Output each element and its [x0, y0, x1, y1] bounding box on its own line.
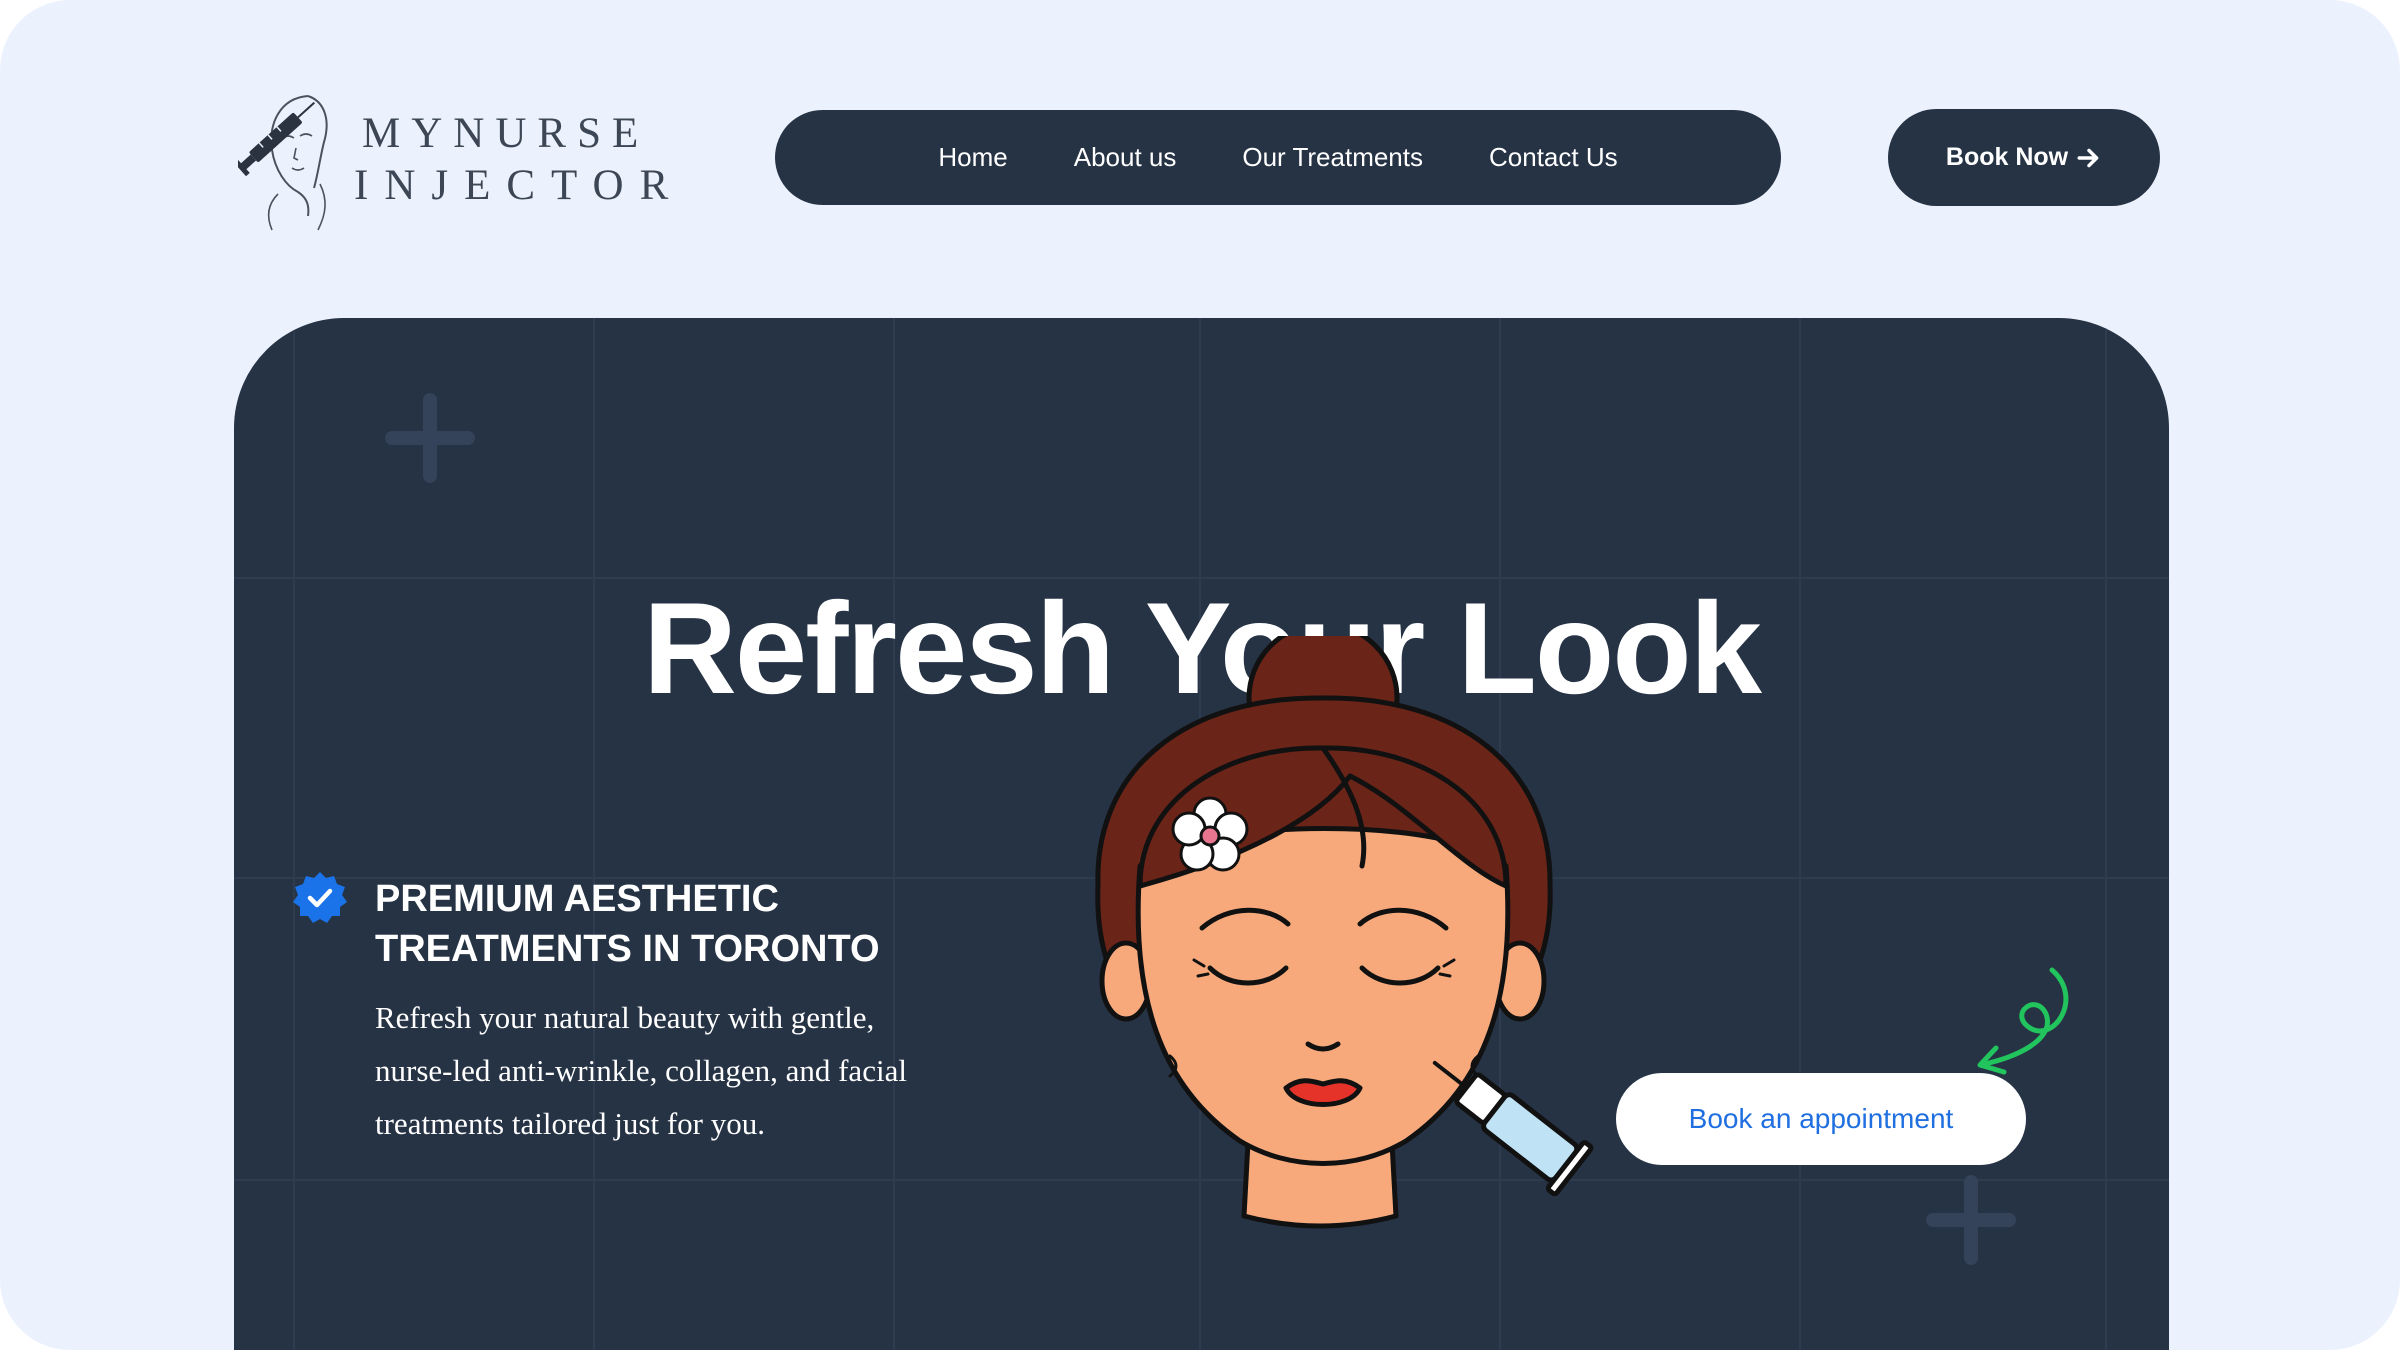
brand-name-line2: INJECTOR [354, 162, 685, 209]
brand-name-line1: MYNURSE [362, 110, 650, 157]
main-nav: Home About us Our Treatments Contact Us [775, 110, 1781, 205]
woman-face-injection-illustration [1095, 636, 1594, 1229]
hero-description: Refresh your natural beauty with gentle,… [375, 1000, 907, 1141]
book-now-button[interactable]: Book Now [1888, 109, 2160, 206]
hero-subtitle: PREMIUM AESTHETIC TREATMENTS IN TORONTO [375, 878, 880, 970]
book-appointment-button[interactable]: Book an appointment [1616, 1073, 2026, 1165]
verified-check-icon [293, 872, 347, 923]
nav-our-treatments[interactable]: Our Treatments [1242, 142, 1423, 173]
nav-about-us[interactable]: About us [1074, 142, 1177, 173]
page: MYNURSE INJECTOR Home About us Our Treat… [0, 0, 2400, 1350]
brand-logo[interactable]: MYNURSE INJECTOR [238, 84, 668, 234]
syringe-face-icon [238, 95, 328, 231]
hero-section: Refresh Your Look PREMIUM AESTHETIC TREA… [234, 318, 2169, 1350]
arrow-right-icon [2077, 148, 2099, 167]
plus-decoration-icon [385, 393, 475, 483]
plus-decoration-icon [1926, 1175, 2016, 1265]
nav-home[interactable]: Home [938, 142, 1007, 173]
book-now-label: Book Now [1945, 143, 2069, 171]
nav-contact-us[interactable]: Contact Us [1489, 142, 1618, 173]
